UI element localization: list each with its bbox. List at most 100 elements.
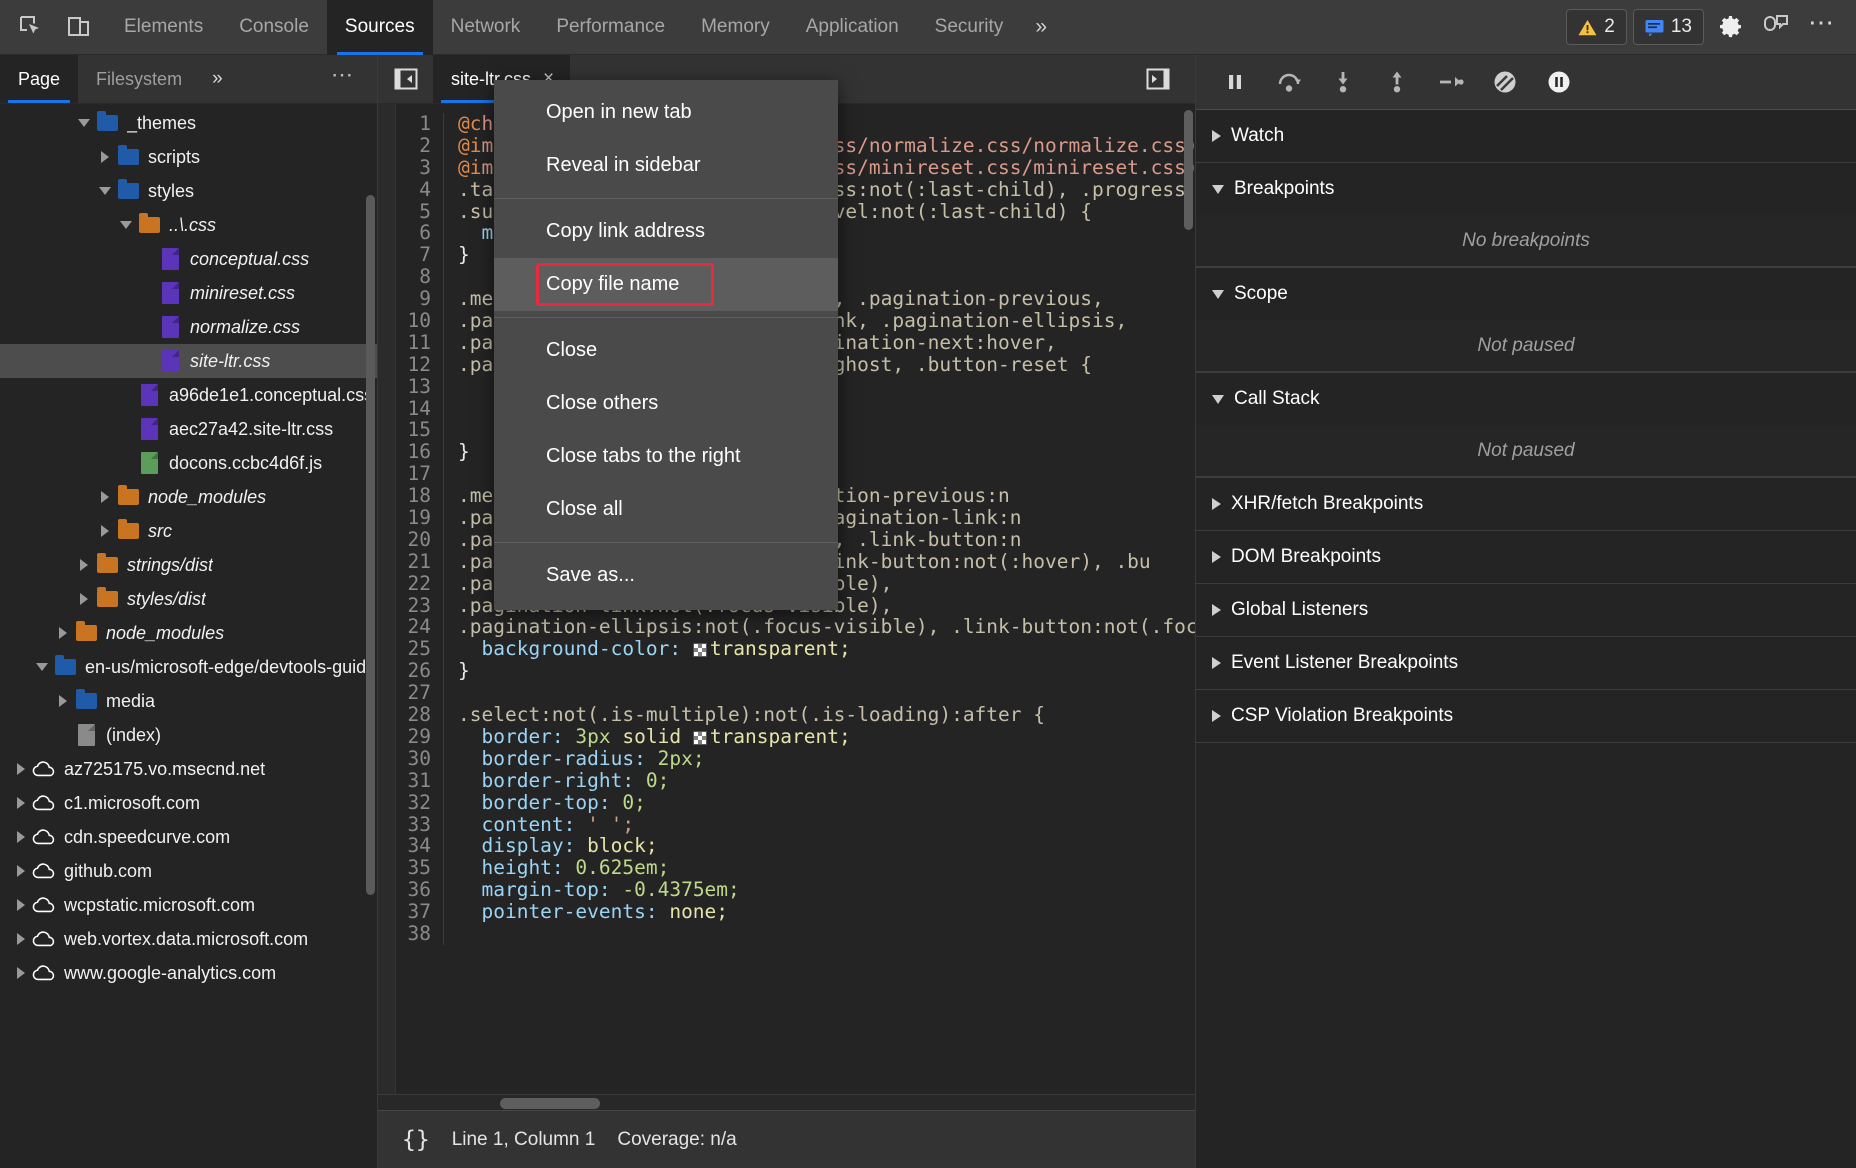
line-number[interactable]: 20 [396, 529, 444, 551]
step-out-icon[interactable] [1372, 61, 1422, 103]
line-number[interactable]: 14 [396, 398, 444, 420]
twisty-right-icon[interactable] [1212, 657, 1221, 669]
line-number[interactable]: 6 [396, 222, 444, 244]
twisty-right-icon[interactable] [52, 695, 74, 707]
twisty-down-icon[interactable] [1212, 395, 1224, 404]
twisty-down-icon[interactable] [1212, 185, 1224, 194]
line-number[interactable]: 2 [396, 135, 444, 157]
tree-row[interactable]: styles [0, 174, 377, 208]
tree-row[interactable]: styles/dist [0, 582, 377, 616]
tree-row[interactable]: strings/dist [0, 548, 377, 582]
tree-row[interactable]: c1.microsoft.com [0, 786, 377, 820]
line-number[interactable]: 30 [396, 748, 444, 770]
debugger-section-header[interactable]: Breakpoints [1196, 163, 1856, 215]
line-number[interactable]: 5 [396, 201, 444, 223]
show-navigator-icon[interactable] [378, 55, 433, 103]
twisty-down-icon[interactable] [94, 187, 116, 195]
twisty-right-icon[interactable] [10, 831, 32, 843]
line-number[interactable]: 13 [396, 376, 444, 398]
line-number[interactable]: 15 [396, 419, 444, 441]
line-number[interactable]: 27 [396, 682, 444, 704]
message-count-badge[interactable]: 13 [1633, 9, 1704, 45]
line-number[interactable]: 32 [396, 792, 444, 814]
context-menu-item[interactable]: Copy file name [494, 258, 838, 311]
deactivate-breakpoints-icon[interactable] [1480, 61, 1530, 103]
tree-row[interactable]: site-ltr.css [0, 344, 377, 378]
tab-memory[interactable]: Memory [683, 0, 788, 55]
debugger-section-header[interactable]: CSP Violation Breakpoints [1196, 690, 1856, 742]
twisty-right-icon[interactable] [10, 797, 32, 809]
tab-network[interactable]: Network [433, 0, 539, 55]
tree-row[interactable]: minireset.css [0, 276, 377, 310]
line-number[interactable]: 26 [396, 660, 444, 682]
tree-row[interactable]: en-us/microsoft-edge/devtools-guide-chro… [0, 650, 377, 684]
line-number[interactable]: 9 [396, 288, 444, 310]
tree-row[interactable]: ..\.css [0, 208, 377, 242]
twisty-right-icon[interactable] [94, 491, 116, 503]
tab-security[interactable]: Security [917, 0, 1022, 55]
tab-elements[interactable]: Elements [106, 0, 221, 55]
line-number[interactable]: 35 [396, 857, 444, 879]
editor-horizontal-scrollbar-thumb[interactable] [500, 1098, 600, 1109]
more-tabs-chevron-icon[interactable]: » [1021, 0, 1061, 55]
step-into-icon[interactable] [1318, 61, 1368, 103]
tree-row[interactable]: node_modules [0, 480, 377, 514]
line-number[interactable]: 7 [396, 244, 444, 266]
tab-performance[interactable]: Performance [538, 0, 683, 55]
tree-row[interactable]: cdn.speedcurve.com [0, 820, 377, 854]
twisty-right-icon[interactable] [10, 899, 32, 911]
feedback-issues-icon[interactable] [1756, 7, 1796, 47]
tree-row[interactable]: web.vortex.data.microsoft.com [0, 922, 377, 956]
inspect-element-icon[interactable] [14, 10, 48, 44]
line-number[interactable]: 22 [396, 573, 444, 595]
tree-row[interactable]: media [0, 684, 377, 718]
line-number[interactable]: 10 [396, 310, 444, 332]
context-menu-item[interactable]: Save as... [494, 549, 838, 602]
line-number[interactable]: 1 [396, 113, 444, 135]
show-debugger-icon[interactable] [1130, 67, 1185, 91]
warning-count-badge[interactable]: 2 [1566, 9, 1627, 45]
context-menu-item[interactable]: Open in new tab [494, 86, 838, 139]
line-number[interactable]: 25 [396, 638, 444, 660]
context-menu-item[interactable]: Close all [494, 483, 838, 536]
tree-row[interactable]: az725175.vo.msecnd.net [0, 752, 377, 786]
debugger-section-header[interactable]: DOM Breakpoints [1196, 531, 1856, 583]
twisty-right-icon[interactable] [1212, 498, 1221, 510]
line-number[interactable]: 23 [396, 595, 444, 617]
twisty-down-icon[interactable] [31, 663, 53, 671]
tab-console[interactable]: Console [221, 0, 327, 55]
context-menu-item[interactable]: Close [494, 324, 838, 377]
step-icon[interactable] [1426, 61, 1476, 103]
debugger-section-header[interactable]: Call Stack [1196, 373, 1856, 425]
line-number[interactable]: 16 [396, 441, 444, 463]
editor-horizontal-scrollbar[interactable] [378, 1094, 1195, 1110]
debugger-section-header[interactable]: XHR/fetch Breakpoints [1196, 478, 1856, 530]
twisty-down-icon[interactable] [1212, 290, 1224, 299]
tree-row[interactable]: conceptual.css [0, 242, 377, 276]
debugger-section-header[interactable]: Watch [1196, 110, 1856, 162]
nav-more-options-icon[interactable]: ⋯ [309, 55, 377, 103]
line-number[interactable]: 18 [396, 485, 444, 507]
nav-more-tabs-chevron-icon[interactable]: » [200, 55, 235, 103]
line-number[interactable]: 36 [396, 879, 444, 901]
line-number[interactable]: 17 [396, 463, 444, 485]
twisty-right-icon[interactable] [10, 967, 32, 979]
tree-row[interactable]: src [0, 514, 377, 548]
editor-vertical-scrollbar[interactable] [1184, 110, 1193, 230]
tab-application[interactable]: Application [788, 0, 917, 55]
line-number[interactable]: 24 [396, 616, 444, 638]
pause-script-execution-icon[interactable] [1210, 61, 1260, 103]
nav-tab-filesystem[interactable]: Filesystem [78, 55, 200, 103]
debugger-section-header[interactable]: Scope [1196, 268, 1856, 320]
line-number[interactable]: 31 [396, 770, 444, 792]
twisty-right-icon[interactable] [94, 525, 116, 537]
context-menu-item[interactable]: Close tabs to the right [494, 430, 838, 483]
tree-row[interactable]: scripts [0, 140, 377, 174]
tab-context-menu[interactable]: Open in new tabReveal in sidebarCopy lin… [494, 80, 838, 610]
twisty-right-icon[interactable] [1212, 604, 1221, 616]
line-number[interactable]: 12 [396, 354, 444, 376]
twisty-right-icon[interactable] [1212, 551, 1221, 563]
color-swatch-icon[interactable] [693, 731, 707, 745]
line-number[interactable]: 19 [396, 507, 444, 529]
more-options-icon[interactable]: ⋯ [1802, 7, 1842, 47]
